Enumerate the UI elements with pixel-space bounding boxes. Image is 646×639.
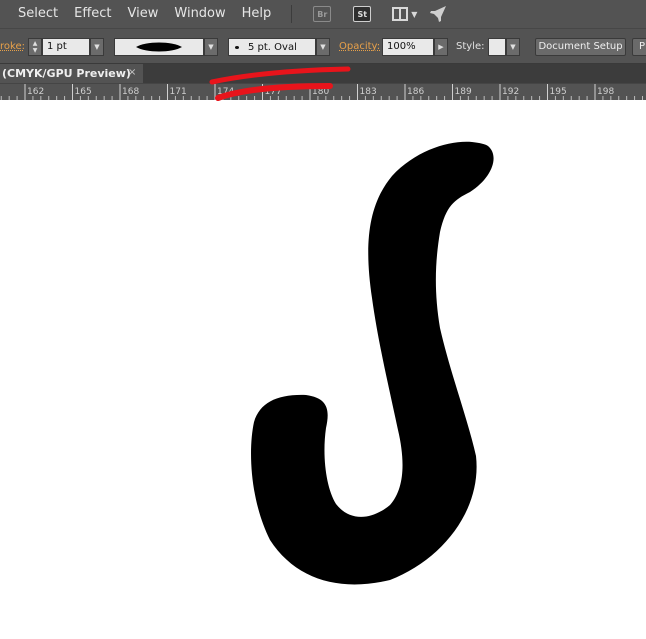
menu-divider — [291, 5, 293, 23]
opacity-slider-button[interactable]: ▶ — [434, 38, 448, 56]
stroke-weight-stepper[interactable]: ▲ ▼ — [28, 38, 42, 56]
opacity-label[interactable]: Opacity: — [339, 38, 380, 56]
menu-effect[interactable]: Effect — [66, 0, 119, 28]
ruler-label: 183 — [359, 87, 377, 97]
chevron-down-icon: ▼ — [208, 43, 214, 51]
stroke-weight-dropdown[interactable]: ▼ — [90, 38, 104, 56]
ruler-label: 186 — [407, 87, 425, 97]
document-tab[interactable]: (CMYK/GPU Preview) × — [0, 64, 143, 83]
chevron-down-icon: ▼ — [510, 43, 516, 51]
chevron-right-icon: ▶ — [438, 43, 444, 51]
layout-grid-icon — [392, 7, 409, 21]
ruler-label: 162 — [27, 87, 45, 97]
stock-icon[interactable]: St — [353, 6, 372, 22]
document-tab-label: (CMYK/GPU Preview) — [2, 67, 131, 80]
stepper-down-icon: ▼ — [32, 47, 38, 54]
chevron-down-icon: ▼ — [320, 43, 326, 51]
stroke-label[interactable]: roke: — [0, 38, 25, 56]
ruler-label: 195 — [549, 87, 567, 97]
ruler-label: 168 — [122, 87, 140, 97]
graphic-style-swatch[interactable] — [488, 38, 506, 56]
bridge-icon[interactable]: Br — [313, 6, 332, 22]
menu-window[interactable]: Window — [166, 0, 233, 28]
style-label: Style: — [456, 41, 485, 52]
width-profile-dropdown[interactable]: ▼ — [204, 38, 218, 56]
control-bar: roke: ▲ ▼ 1 pt ▼ ▼ 5 pt. Oval ▼ Opacity:… — [0, 28, 646, 64]
document-setup-button[interactable]: Document Setup — [535, 38, 626, 56]
arrange-documents-icon[interactable]: ▼ — [392, 7, 417, 21]
preferences-button[interactable]: P — [632, 38, 646, 56]
opacity-input[interactable]: 100% — [382, 38, 434, 56]
menu-help[interactable]: Help — [234, 0, 280, 28]
chevron-down-icon: ▼ — [411, 9, 418, 19]
stepper-up-icon: ▲ — [32, 40, 38, 47]
menu-bar: Select Effect View Window Help Br St ▼ — [0, 0, 646, 28]
graphic-style-dropdown[interactable]: ▼ — [506, 38, 520, 56]
close-icon[interactable]: × — [128, 67, 136, 78]
brush-stroke-artwork[interactable] — [0, 100, 646, 639]
letter-j-shape[interactable] — [251, 141, 494, 585]
stroke-weight-input[interactable]: 1 pt — [42, 38, 90, 56]
width-profile-shape-icon — [136, 42, 182, 52]
ruler-label: 198 — [597, 87, 615, 97]
ruler-label: 171 — [169, 87, 187, 97]
ruler-label: 180 — [312, 87, 330, 97]
brush-tip-icon — [235, 45, 239, 49]
menu-view[interactable]: View — [120, 0, 167, 28]
variable-width-profile[interactable] — [114, 38, 204, 56]
ruler-label: 165 — [74, 87, 92, 97]
horizontal-ruler[interactable]: 162 165 168 171 174 177 180 183 186 189 192 195 198 — [0, 83, 646, 101]
ruler-label: 192 — [502, 87, 520, 97]
brush-name: 5 pt. Oval — [248, 41, 297, 53]
gpu-performance-icon[interactable] — [429, 5, 447, 23]
brush-definition[interactable]: 5 pt. Oval — [228, 38, 316, 56]
ruler-label: 174 — [217, 87, 235, 97]
chevron-down-icon: ▼ — [94, 43, 100, 51]
brush-dropdown[interactable]: ▼ — [316, 38, 330, 56]
artboard[interactable] — [0, 100, 646, 639]
document-tab-bar: (CMYK/GPU Preview) × — [0, 64, 646, 83]
ruler-label: 177 — [264, 87, 282, 97]
menu-select[interactable]: Select — [0, 0, 66, 28]
ruler-label: 189 — [454, 87, 472, 97]
